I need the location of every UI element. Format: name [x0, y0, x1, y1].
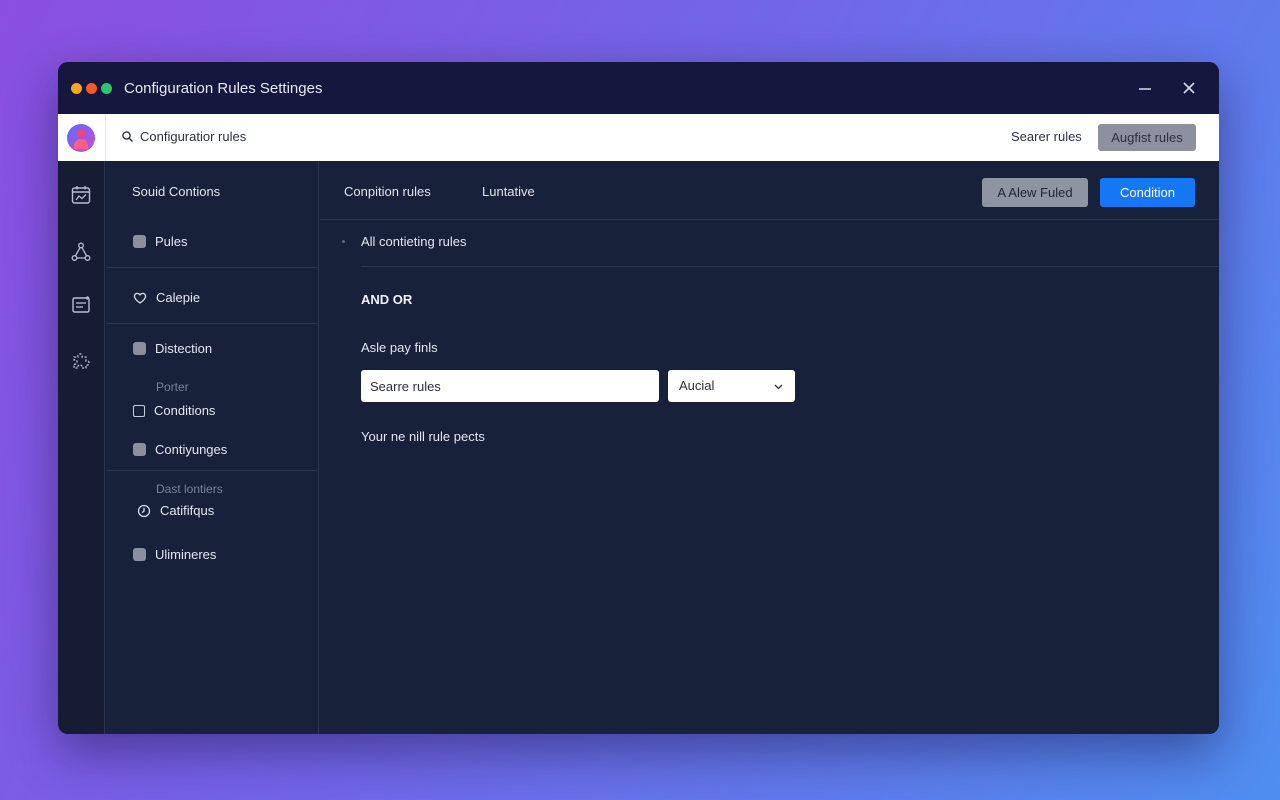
sidebar-subheading: Dast lontiers	[156, 482, 223, 496]
main-panel: Conpition rules Luntative A Alew Fuled C…	[320, 161, 1219, 734]
close-icon[interactable]	[1177, 76, 1201, 100]
sidebar-item-label: Conditions	[154, 403, 216, 418]
new-rule-button[interactable]: A Alew Fuled	[982, 178, 1088, 207]
breadcrumb[interactable]: All contieting rules	[361, 234, 467, 249]
header-divider	[320, 219, 1219, 220]
flow-nodes-icon[interactable]	[70, 241, 92, 263]
conditions-sidebar: Souid Contions Pules Calepie Distection …	[106, 161, 319, 734]
sidebar-item-calepie[interactable]: Calepie	[133, 290, 200, 305]
chevron-down-icon	[774, 384, 783, 390]
sidebar-subheading: Porter	[156, 380, 189, 394]
sidebar-item-conditions[interactable]: Conditions	[133, 403, 215, 418]
tab-condition-rules[interactable]: Conpition rules	[344, 184, 431, 199]
sidebar-divider	[106, 470, 317, 471]
sidebar-item-label: Pules	[155, 234, 188, 249]
search-rules-link[interactable]: Searer rules	[1011, 129, 1082, 144]
select-value: Aucial	[679, 378, 715, 393]
window-dot-green[interactable]	[101, 82, 112, 94]
sidebar-item-pules[interactable]: Pules	[133, 234, 188, 249]
sidebar-heading: Souid Contions	[132, 184, 221, 199]
top-search-bar: Configuratior rules Searer rules Augfist…	[58, 114, 1219, 161]
window-controls	[71, 82, 112, 94]
sidebar-item-label: Catififqus	[160, 503, 215, 518]
breadcrumb-divider	[361, 266, 1219, 267]
sidebar-item-catififqus[interactable]: Catififqus	[137, 503, 214, 518]
helper-text: Your ne nill rule pects	[361, 429, 485, 444]
logic-operator-label[interactable]: AND OR	[361, 292, 412, 307]
checkbox-icon[interactable]	[133, 404, 145, 417]
square-icon	[133, 443, 146, 456]
app-window: Configuration Rules Settinges Configurat…	[58, 62, 1219, 734]
square-icon	[133, 342, 146, 355]
search-icon	[122, 131, 133, 142]
tab-luntative[interactable]: Luntative	[482, 184, 535, 199]
sidebar-item-label: Calepie	[156, 290, 201, 305]
search-input[interactable]: Configuratior rules	[140, 129, 246, 144]
sidebar-item-distection[interactable]: Distection	[133, 341, 212, 356]
topbar-divider	[105, 114, 106, 161]
sidebar-item-label: Contiyunges	[155, 442, 228, 457]
heart-icon	[133, 292, 147, 304]
icon-rail: 8	[58, 161, 105, 734]
sidebar-item-label: Distection	[155, 341, 213, 356]
breadcrumb-bullet-icon	[342, 240, 345, 243]
window-title: Configuration Rules Settinges	[124, 79, 323, 97]
square-icon	[133, 235, 146, 248]
condition-button[interactable]: Condition	[1100, 178, 1195, 207]
sidebar-divider	[106, 323, 317, 324]
rule-search-input[interactable]	[361, 370, 659, 402]
adjust-rules-button[interactable]: Augfist rules	[1098, 124, 1196, 151]
user-avatar-icon[interactable]	[67, 124, 95, 152]
square-icon	[133, 548, 146, 561]
window-dot-yellow[interactable]	[71, 82, 82, 94]
window-dot-red[interactable]	[86, 82, 97, 94]
sidebar-divider	[106, 267, 317, 268]
sidebar-item-ulimineres[interactable]: Ulimineres	[133, 547, 216, 562]
title-bar: Configuration Rules Settinges	[58, 62, 1219, 114]
field-label: Asle pay finls	[361, 340, 438, 355]
sidebar-item-label: Ulimineres	[155, 547, 217, 562]
board-icon[interactable]	[70, 294, 92, 316]
calendar-chart-icon[interactable]	[70, 184, 92, 206]
clock-icon	[137, 504, 151, 517]
rule-type-select[interactable]: Aucial	[668, 370, 795, 402]
minimize-icon[interactable]	[1133, 76, 1157, 100]
sidebar-item-contiyunges[interactable]: Contiyunges	[133, 442, 227, 457]
puzzle-icon[interactable]	[70, 349, 92, 371]
